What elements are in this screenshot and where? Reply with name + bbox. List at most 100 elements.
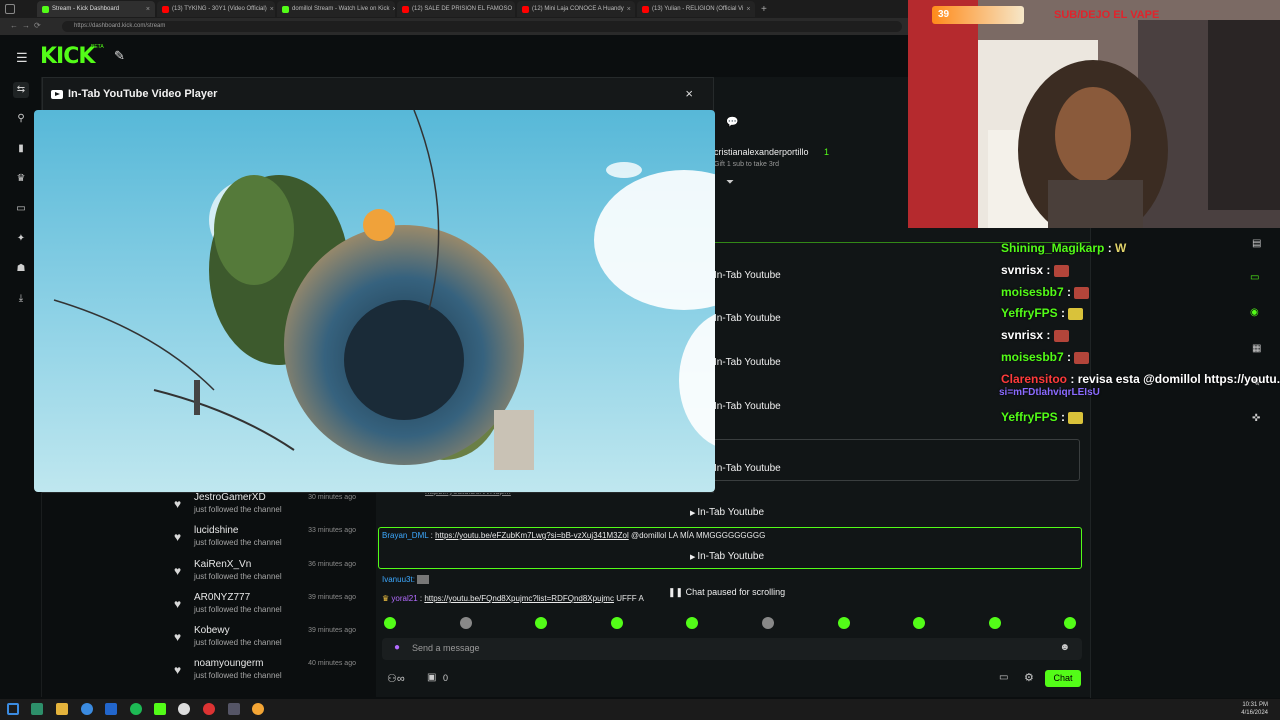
reload-icon[interactable]: ⟳ (34, 21, 41, 30)
kick-beta-badge: BETA (91, 44, 104, 50)
tab-close-icon[interactable]: × (270, 6, 274, 13)
broadcast-icon[interactable]: ◉ (1250, 307, 1259, 318)
overlay-chat-user: YeffryFPS (1001, 306, 1058, 320)
settings-gear-icon[interactable]: ⚙ (1024, 671, 1034, 684)
separator: : (1067, 372, 1078, 386)
right-panel: ▤ ▭ ◉ ▦ ✎ ✜ (1090, 228, 1280, 698)
follower-time: 33 minutes ago (308, 527, 356, 534)
stream-icon[interactable]: ⇆ (13, 82, 29, 98)
folder-icon[interactable] (56, 703, 68, 715)
emote-icon[interactable] (610, 617, 623, 629)
follower-name[interactable]: lucidshine (194, 525, 238, 536)
browser-tab[interactable]: domillol Stream - Watch Live on Kick × (277, 1, 395, 17)
tab-close-icon[interactable]: × (627, 6, 631, 13)
app-icon[interactable] (252, 703, 264, 715)
chat-message: Ivanuu3t: (382, 575, 430, 585)
collapse-icon[interactable]: ⏷ (726, 177, 734, 188)
follower-event: just followed the channel (194, 605, 282, 614)
emote-icon[interactable] (837, 617, 850, 629)
in-tab-button[interactable]: ▶ In-Tab Youtube (690, 507, 764, 518)
app-icon[interactable] (203, 703, 215, 715)
link-icon[interactable]: ⚲ (13, 111, 29, 127)
player-title: In-Tab YouTube Video Player (51, 88, 217, 100)
tab-favicon-icon (162, 5, 169, 13)
in-tab-label[interactable]: In-Tab Youtube (714, 401, 781, 412)
close-icon[interactable]: × (685, 86, 693, 101)
kick-logo[interactable]: KICK (40, 44, 95, 69)
in-tab-button[interactable]: ▶ In-Tab Youtube (690, 551, 764, 562)
pin-icon[interactable]: ✎ (114, 48, 125, 64)
follower-time: 39 minutes ago (308, 627, 356, 634)
app-icon[interactable] (105, 703, 117, 715)
tab-close-icon[interactable]: × (146, 6, 150, 13)
follower-name[interactable]: JestroGamerXD (194, 492, 266, 503)
follower-item: ♥ AR0NYZ777 just followed the channel 39 mi… (168, 592, 368, 625)
app-icon[interactable] (228, 703, 240, 715)
follower-name[interactable]: KaiRenX_Vn (194, 559, 251, 570)
wrench-icon[interactable]: ✦ (13, 231, 29, 247)
analytics-icon[interactable]: ▮ (13, 141, 29, 157)
crown-icon: ♛ (382, 594, 390, 603)
system-clock[interactable]: 10:31 PM 4/16/2024 (1241, 701, 1268, 717)
in-tab-label[interactable]: In-Tab Youtube (714, 313, 781, 324)
emote-icon[interactable] (384, 617, 396, 629)
gift-icon[interactable]: ▣ (427, 672, 436, 683)
download-icon[interactable]: ⤓ (13, 291, 29, 307)
community-icon[interactable]: ☗ (13, 261, 29, 277)
chat-username[interactable]: Brayan_DML (382, 531, 428, 540)
kick-app-icon[interactable] (154, 703, 166, 715)
url-field[interactable]: https://dashboard.kick.com/stream (62, 21, 902, 32)
back-icon[interactable]: ← (10, 21, 18, 30)
follower-name[interactable]: Kobewy (194, 625, 230, 636)
follower-name[interactable]: AR0NYZ777 (194, 592, 250, 603)
browser-tab[interactable]: (13) Yulian - RELIGION (Official Vi × (637, 1, 755, 17)
chat-icon[interactable]: ▭ (1250, 272, 1259, 283)
video-icon[interactable]: ▭ (13, 201, 29, 217)
in-tab-label[interactable]: In-Tab Youtube (714, 357, 781, 368)
emote-icon[interactable] (459, 617, 472, 629)
mic-icon[interactable]: ● (394, 642, 400, 653)
in-tab-label[interactable]: In-Tab Youtube (714, 463, 781, 474)
separator: : (1057, 410, 1069, 424)
follower-event: just followed the channel (194, 572, 282, 581)
chat-link[interactable]: https://youtu.be/eFZubKm7Lwg?si=bB-vzXuj… (435, 531, 629, 540)
follower-time: 30 minutes ago (308, 494, 356, 501)
app-icon[interactable] (31, 703, 43, 715)
emote-icon[interactable] (762, 617, 774, 629)
chat-paused-notice[interactable]: ❚❚ Chat paused for scrolling (668, 587, 785, 598)
follower-name[interactable]: noamyoungerm (194, 658, 263, 669)
in-tab-button-label: In-Tab Youtube (697, 551, 765, 562)
in-tab-label[interactable]: In-Tab Youtube (714, 270, 781, 281)
sub-goal-bar: 39 (932, 6, 1024, 24)
emoji-icon[interactable]: ☻ (1059, 642, 1070, 653)
browser-tab[interactable]: (13) TYKING - 30Y1 (Video Official) × (157, 1, 275, 17)
follower-event: just followed the channel (194, 671, 282, 680)
browser-tab[interactable]: Stream - Kick Dashboard × (37, 1, 155, 17)
chat-send-button[interactable]: Chat (1045, 670, 1081, 687)
trophy-icon[interactable]: ♛ (13, 171, 29, 187)
tab-close-icon[interactable]: × (746, 6, 750, 13)
chat-bubble-icon[interactable]: ▭ (999, 672, 1008, 683)
chat-username[interactable]: yoral21 (391, 594, 417, 603)
puzzle-icon[interactable]: ✜ (1252, 413, 1260, 424)
video-frame[interactable] (34, 110, 715, 492)
list-icon[interactable]: ▦ (1252, 343, 1261, 354)
document-icon[interactable]: ▤ (1252, 238, 1261, 249)
browser-tab[interactable]: (12) SALE DE PRISION EL FAMOSO× (397, 1, 515, 17)
forward-icon[interactable]: → (22, 21, 30, 30)
browser-tab[interactable]: (12) Mini Laja CONOCE A Huandy × (517, 1, 635, 17)
chat-username[interactable]: Ivanuu3t: (382, 575, 415, 584)
app-icon[interactable] (178, 703, 190, 715)
menu-icon[interactable]: ☰ (16, 50, 28, 66)
emote-icon[interactable] (988, 617, 1001, 629)
overlay-chat-user: moisesbb7 (1001, 350, 1064, 364)
new-tab-icon[interactable]: + (761, 4, 767, 15)
follower-time: 39 minutes ago (308, 594, 356, 601)
chat-link[interactable]: https://youtu.be/FQnd8Xpujmc?list=RDFQnd… (424, 594, 614, 603)
chrome-icon[interactable] (81, 703, 93, 715)
start-icon[interactable] (7, 703, 19, 715)
infinity-icon[interactable]: ⚇∞ (387, 672, 405, 685)
message-input[interactable]: Send a message (412, 643, 480, 653)
spotify-icon[interactable] (130, 703, 142, 715)
tab-close-icon[interactable]: × (392, 6, 395, 13)
